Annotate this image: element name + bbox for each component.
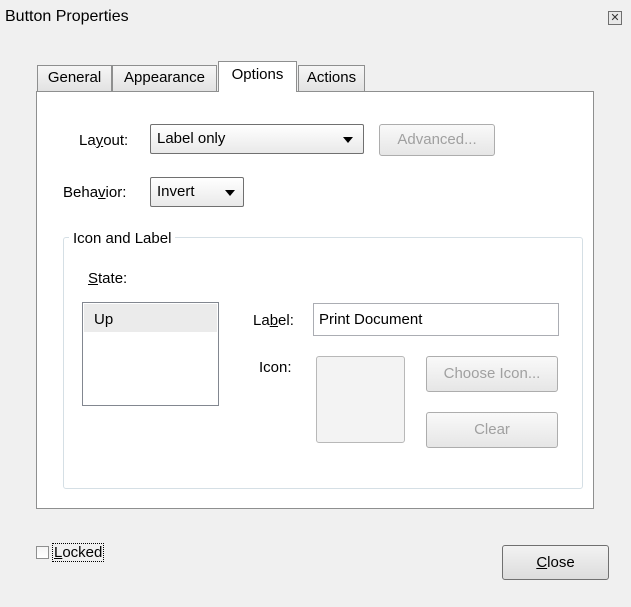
tab-options[interactable]: Options (218, 61, 297, 92)
tab-actions-label: Actions (306, 69, 357, 86)
state-listbox[interactable]: Up (82, 302, 219, 406)
tab-general-label: General (47, 69, 102, 86)
advanced-button[interactable]: Advanced... (379, 124, 495, 156)
icon-label: Icon: (259, 359, 292, 376)
close-button[interactable]: Close (502, 545, 609, 580)
tab-appearance-label: Appearance (124, 69, 205, 86)
active-tab-joiner (219, 90, 296, 93)
tab-actions[interactable]: Actions (298, 65, 365, 91)
icon-and-label-title: Icon and Label (69, 230, 176, 247)
label-field-label: Label: (253, 312, 294, 329)
tab-appearance[interactable]: Appearance (112, 65, 217, 91)
layout-label: Layout: (79, 132, 129, 149)
chevron-down-icon (225, 190, 235, 196)
choose-icon-button[interactable]: Choose Icon... (426, 356, 558, 392)
state-up-label: Up (94, 311, 114, 328)
behavior-select[interactable]: Invert (150, 177, 244, 207)
label-input-value: Print Document (319, 311, 423, 328)
tab-general[interactable]: General (37, 65, 112, 91)
clear-button[interactable]: Clear (426, 412, 558, 448)
behavior-label: Behavior: (63, 184, 127, 201)
layout-select-value: Label only (157, 130, 226, 147)
label-input[interactable]: Print Document (313, 303, 559, 336)
list-item[interactable]: Up (84, 304, 217, 332)
window-title: Button Properties (5, 8, 129, 25)
window-close-icon[interactable]: ✕ (608, 11, 622, 25)
state-label: State: (88, 270, 128, 287)
icon-preview (316, 356, 405, 443)
chevron-down-icon (343, 137, 353, 143)
locked-label[interactable]: Locked (52, 543, 105, 562)
tab-options-label: Options (231, 66, 284, 83)
layout-select[interactable]: Label only (150, 124, 364, 154)
locked-checkbox[interactable] (36, 546, 49, 559)
behavior-select-value: Invert (157, 183, 195, 200)
